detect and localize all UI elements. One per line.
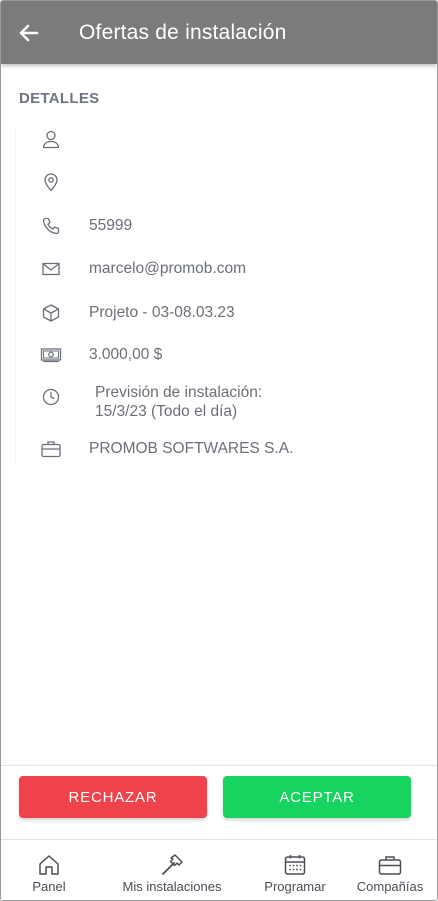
briefcase-icon [41, 441, 61, 458]
back-button[interactable] [3, 1, 55, 64]
detail-row-email: marcelo@promob.com [13, 259, 413, 279]
nav-item-companies[interactable]: Compañías [343, 840, 437, 900]
section-title-details: DETALLES [19, 90, 100, 107]
detail-row-company: PROMOB SOFTWARES S.A. [13, 439, 413, 459]
briefcase-icon [378, 856, 402, 875]
detail-schedule: Previsión de instalación: 15/3/23 (Todo … [95, 383, 262, 421]
email-icon [42, 262, 60, 276]
money-icon [40, 348, 62, 363]
nav-item-schedule[interactable]: Programar [247, 840, 343, 900]
page-title: Ofertas de instalación [79, 20, 287, 44]
phone-icon [42, 217, 60, 235]
user-icon [42, 130, 60, 149]
detail-email: marcelo@promob.com [89, 260, 247, 277]
detail-project: Projeto - 03-08.03.23 [89, 304, 235, 321]
home-icon [39, 855, 59, 875]
schedule-label: Previsión de instalación: [95, 384, 263, 401]
detail-row-contact [13, 129, 413, 149]
nav-item-panel[interactable]: Panel [1, 840, 97, 900]
nav-label-companies: Compañías [356, 879, 424, 894]
detail-row-value: 3.000,00 $ [13, 345, 413, 365]
detail-row-address [13, 172, 413, 192]
app-screen: Ofertas de instalación DETALLES 55999 ma… [0, 0, 438, 901]
detail-value: 3.000,00 $ [89, 346, 163, 363]
hammer-icon [162, 854, 183, 875]
nav-label-installations: Mis instalaciones [122, 879, 222, 894]
detail-row-project: Projeto - 03-08.03.23 [13, 303, 413, 323]
clock-icon [42, 388, 60, 406]
detail-row-phone: 55999 [13, 216, 413, 236]
action-bar: RECHAZAR ACEPTAR [1, 765, 437, 839]
detail-row-schedule: Previsión de instalación: 15/3/23 (Todo … [13, 383, 413, 421]
accept-button[interactable]: ACEPTAR [223, 776, 411, 818]
detail-company: PROMOB SOFTWARES S.A. [89, 440, 294, 457]
detail-phone: 55999 [89, 217, 133, 234]
schedule-date: 15/3/23 (Todo el día) [95, 403, 238, 420]
nav-item-installations[interactable]: Mis instalaciones [97, 840, 247, 900]
reject-button[interactable]: RECHAZAR [19, 776, 207, 818]
nav-label-panel: Panel [32, 879, 66, 894]
location-pin-icon [44, 173, 58, 192]
calendar-icon [284, 855, 306, 875]
app-bar: Ofertas de instalación [1, 1, 437, 64]
bottom-navigation: Panel Mis instalaciones Programar Compañ… [1, 839, 437, 900]
arrow-left-icon [19, 24, 39, 41]
box-icon [42, 304, 60, 322]
nav-label-schedule: Programar [264, 879, 326, 894]
